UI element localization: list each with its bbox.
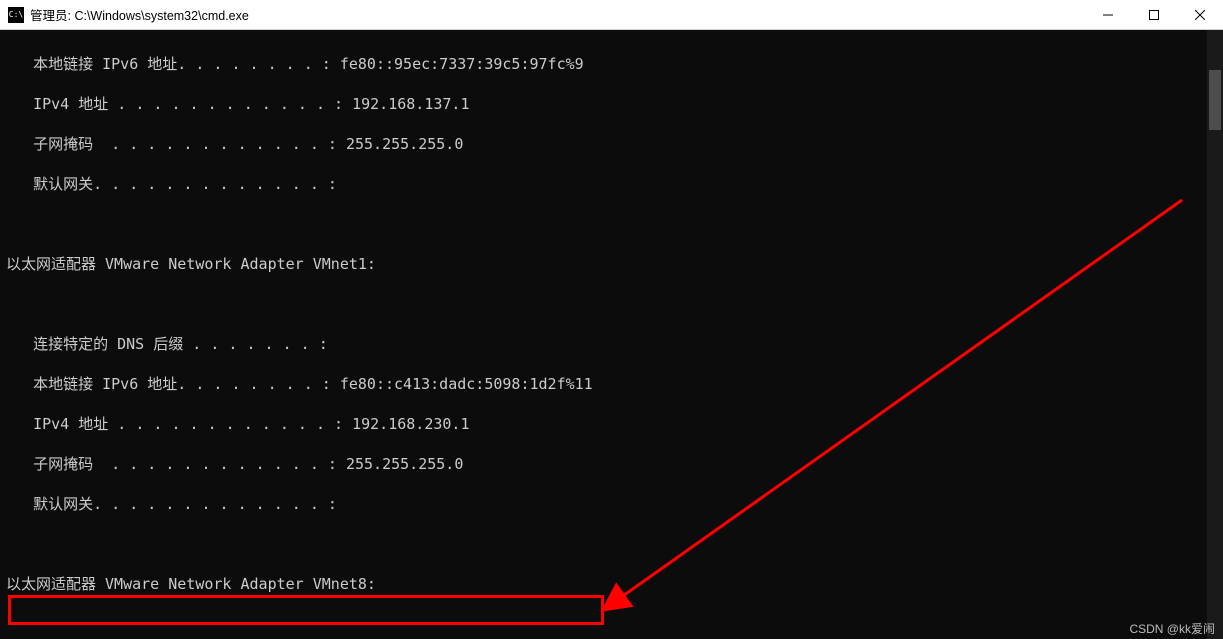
blank-line: [6, 294, 1215, 314]
blank-line: [6, 534, 1215, 554]
dns-line: 连接特定的 DNS 后缀 . . . . . . . :: [6, 334, 1215, 354]
ipv6-line: 本地链接 IPv6 地址. . . . . . . . : fe80::95ec…: [6, 54, 1215, 74]
maximize-button[interactable]: [1131, 0, 1177, 29]
blank-line: [6, 614, 1215, 634]
window-titlebar: C:\ 管理员: C:\Windows\system32\cmd.exe: [0, 0, 1223, 30]
window-controls: [1085, 0, 1223, 29]
minimize-button[interactable]: [1085, 0, 1131, 29]
vertical-scrollbar[interactable]: [1207, 30, 1223, 639]
window-title: 管理员: C:\Windows\system32\cmd.exe: [30, 5, 1085, 24]
terminal-output[interactable]: 本地链接 IPv6 地址. . . . . . . . : fe80::95ec…: [0, 30, 1223, 639]
cmd-icon: C:\: [8, 7, 24, 23]
gateway-line: 默认网关. . . . . . . . . . . . . :: [6, 174, 1215, 194]
mask-line: 子网掩码 . . . . . . . . . . . . : 255.255.2…: [6, 134, 1215, 154]
ipv4-line: IPv4 地址 . . . . . . . . . . . . : 192.16…: [6, 414, 1215, 434]
watermark: CSDN @kk爱闹: [1129, 620, 1215, 637]
scrollbar-thumb[interactable]: [1209, 70, 1221, 130]
adapter-header: 以太网适配器 VMware Network Adapter VMnet8:: [6, 574, 1215, 594]
close-button[interactable]: [1177, 0, 1223, 29]
adapter-header: 以太网适配器 VMware Network Adapter VMnet1:: [6, 254, 1215, 274]
mask-line: 子网掩码 . . . . . . . . . . . . : 255.255.2…: [6, 454, 1215, 474]
ipv6-line: 本地链接 IPv6 地址. . . . . . . . : fe80::c413…: [6, 374, 1215, 394]
ipv4-line: IPv4 地址 . . . . . . . . . . . . : 192.16…: [6, 94, 1215, 114]
gateway-line: 默认网关. . . . . . . . . . . . . :: [6, 494, 1215, 514]
blank-line: [6, 214, 1215, 234]
